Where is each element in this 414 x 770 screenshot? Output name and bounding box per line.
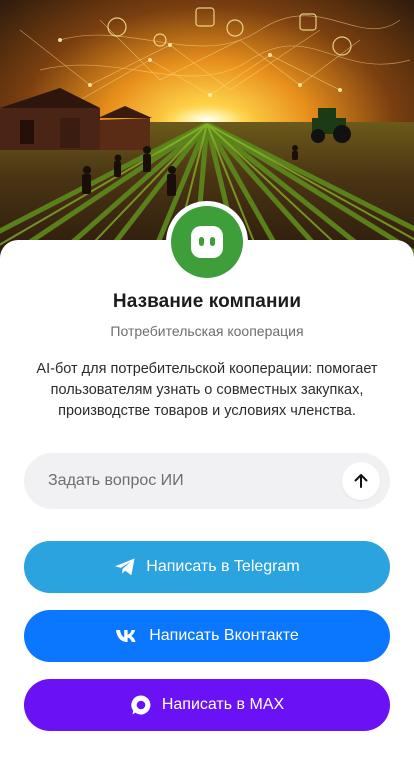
send-button[interactable] — [342, 462, 380, 500]
telegram-icon — [114, 557, 136, 577]
vk-icon — [115, 629, 139, 643]
max-button-label: Написать в MAX — [161, 696, 285, 713]
ask-ai-input[interactable] — [48, 472, 342, 490]
company-name: Название компании — [112, 291, 302, 312]
company-description: AI-бот для потребительской кооперации: п… — [36, 361, 378, 419]
telegram-button[interactable]: Написать в Telegram — [24, 541, 390, 593]
ask-ai-box — [24, 453, 390, 509]
max-icon — [130, 694, 152, 716]
arrow-up-icon — [354, 474, 368, 488]
vk-button[interactable]: Написать Вконтакте — [24, 610, 390, 662]
page: Название компании Потребительская коопер… — [0, 0, 414, 770]
max-button[interactable]: Написать в MAX — [24, 679, 390, 731]
vk-button-label: Написать Вконтакте — [149, 627, 299, 644]
avatar — [166, 201, 248, 283]
company-type: Потребительская кооперация — [110, 323, 304, 339]
bot-face-icon — [191, 226, 223, 258]
telegram-button-label: Написать в Telegram — [146, 558, 300, 575]
bot-avatar — [171, 206, 243, 278]
